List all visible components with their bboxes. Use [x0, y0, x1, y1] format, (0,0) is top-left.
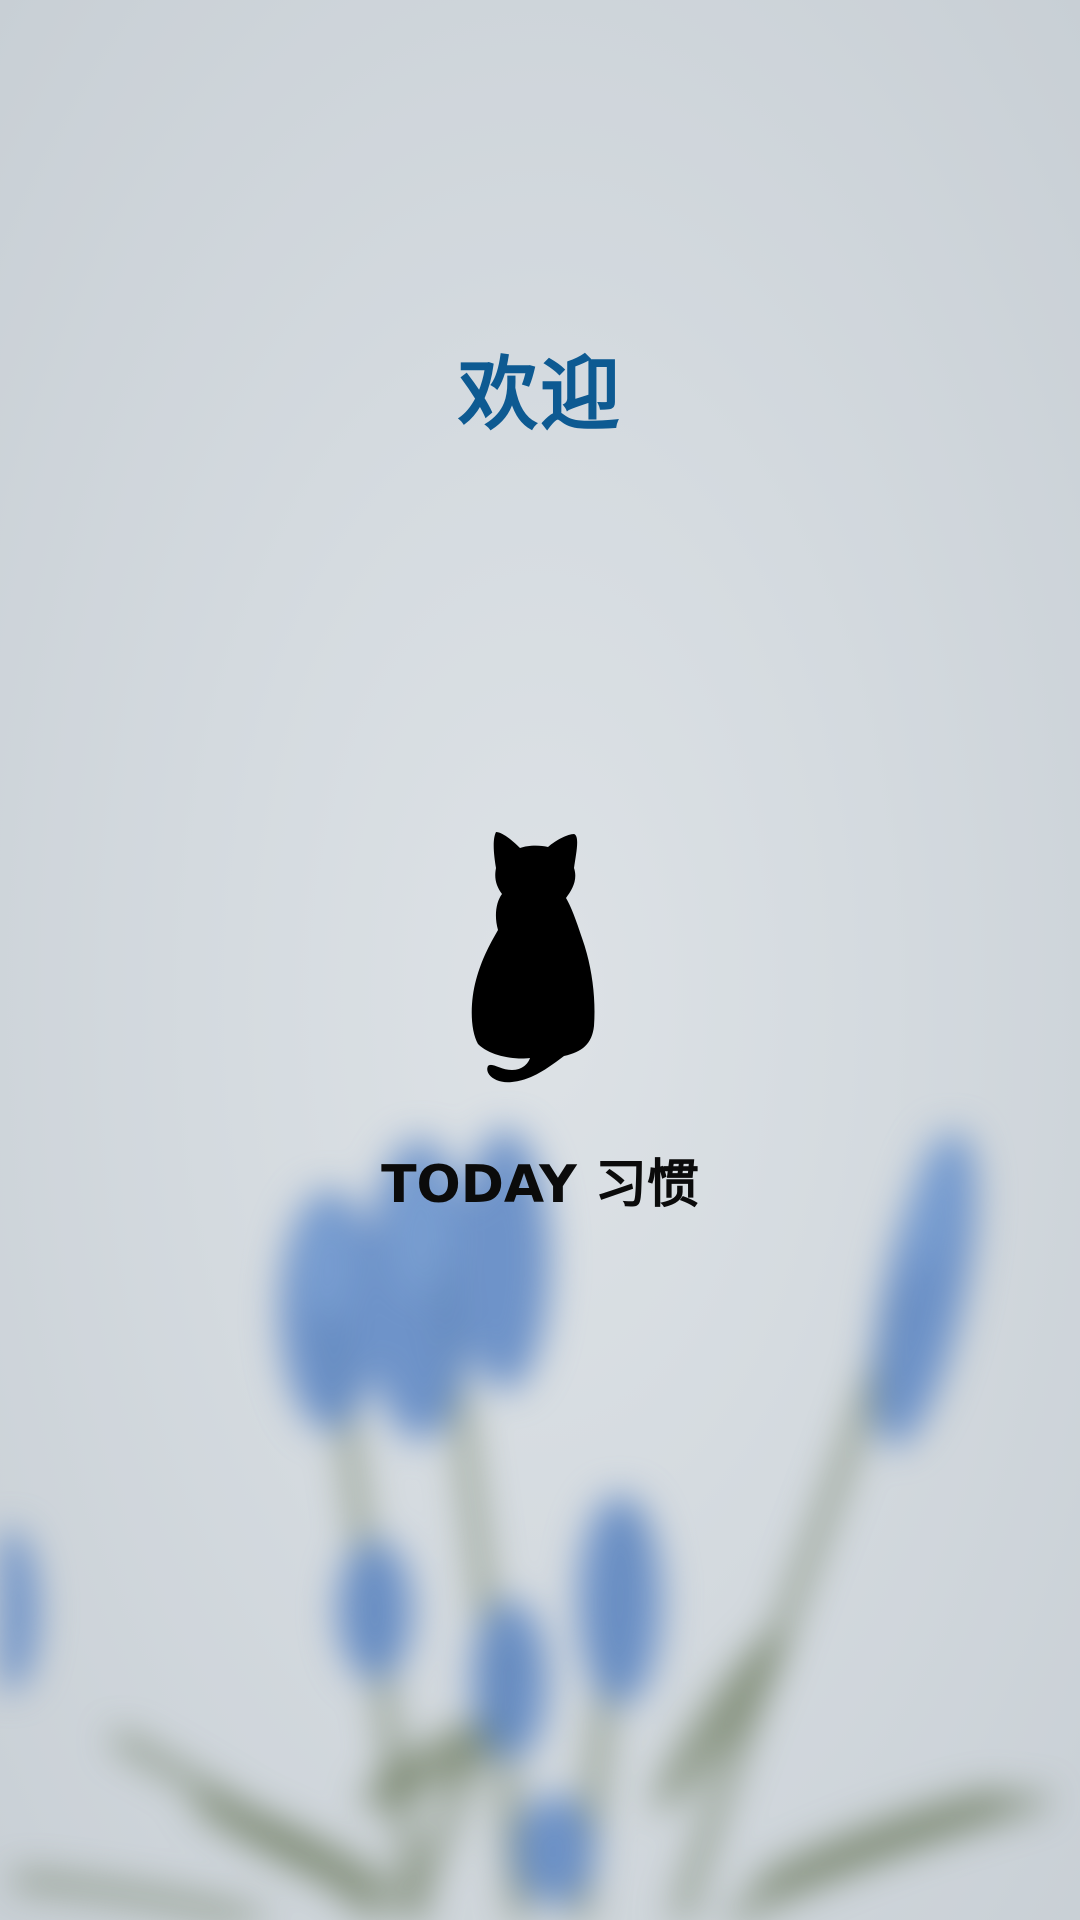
app-name: TODAY 习惯 — [381, 1155, 699, 1215]
splash-screen: 欢迎 TODAY 习惯 — [0, 0, 1080, 1920]
welcome-title: 欢迎 — [458, 348, 622, 441]
cat-silhouette-icon — [471, 832, 595, 1083]
